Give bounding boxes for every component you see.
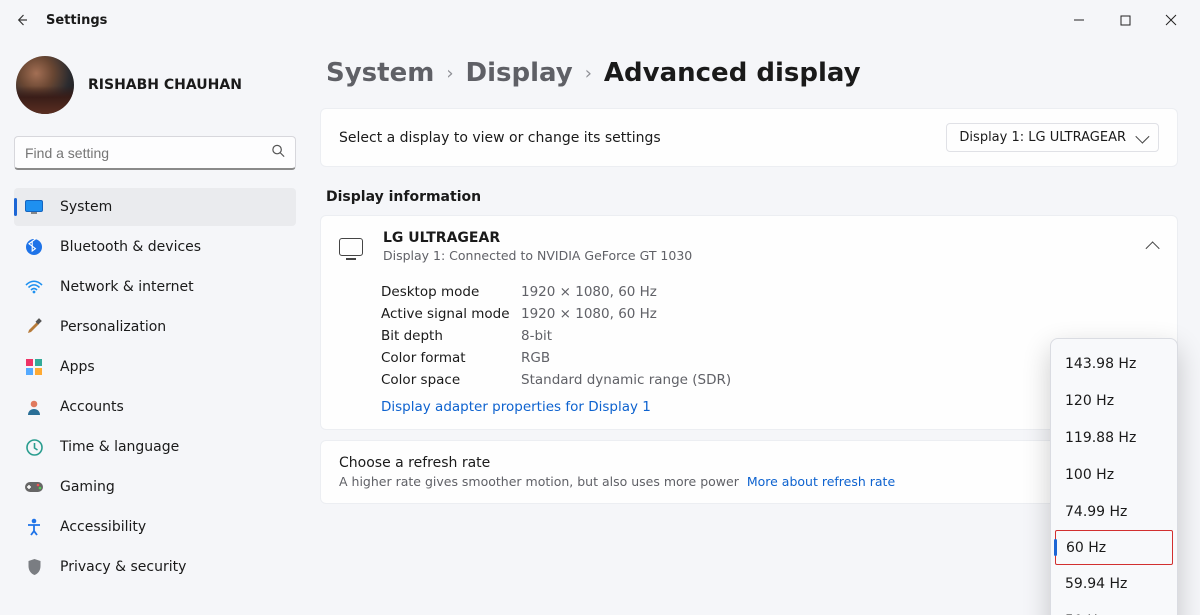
- shield-icon: [24, 557, 44, 577]
- person-icon: [24, 397, 44, 417]
- refresh-rate-dropdown: 143.98 Hz120 Hz119.88 Hz100 Hz74.99 Hz60…: [1050, 338, 1178, 615]
- breadcrumb: System › Display › Advanced display: [320, 58, 1178, 88]
- info-key: Desktop mode: [381, 284, 521, 300]
- gamepad-icon: [24, 477, 44, 497]
- refresh-rate-option[interactable]: 60 Hz: [1055, 530, 1173, 565]
- sidebar-item-label: Network & internet: [60, 279, 194, 295]
- minimize-button[interactable]: [1056, 4, 1102, 36]
- info-row: Desktop mode1920 × 1080, 60 Hz: [381, 281, 1159, 303]
- bluetooth-icon: [24, 237, 44, 257]
- refresh-rate-option[interactable]: 143.98 Hz: [1051, 345, 1177, 382]
- sidebar-item-label: System: [60, 199, 112, 215]
- avatar: [16, 56, 74, 114]
- refresh-rate-option[interactable]: 59.94 Hz: [1051, 565, 1177, 602]
- sidebar-item-bluetooth-devices[interactable]: Bluetooth & devices: [14, 228, 296, 266]
- section-title: Display information: [326, 189, 1178, 205]
- info-row: Bit depth8-bit: [381, 325, 1159, 347]
- sidebar-item-network-internet[interactable]: Network & internet: [14, 268, 296, 306]
- info-row: Active signal mode1920 × 1080, 60 Hz: [381, 303, 1159, 325]
- breadcrumb-current: Advanced display: [604, 58, 861, 88]
- info-row: Color formatRGB: [381, 347, 1159, 369]
- refresh-sub: A higher rate gives smoother motion, but…: [339, 474, 739, 489]
- maximize-icon: [1120, 15, 1131, 26]
- brush-icon: [24, 317, 44, 337]
- apps-icon: [24, 357, 44, 377]
- minimize-icon: [1073, 14, 1085, 26]
- refresh-rate-option[interactable]: 119.88 Hz: [1051, 419, 1177, 456]
- display-selector-card: Select a display to view or change its s…: [320, 108, 1178, 167]
- clock-icon: [24, 437, 44, 457]
- sidebar-item-label: Apps: [60, 359, 95, 375]
- maximize-button[interactable]: [1102, 4, 1148, 36]
- info-key: Active signal mode: [381, 306, 521, 322]
- info-value: 1920 × 1080, 60 Hz: [521, 284, 1159, 300]
- chevron-down-icon: [1135, 129, 1149, 143]
- sidebar-item-label: Privacy & security: [60, 559, 186, 575]
- sidebar-item-label: Bluetooth & devices: [60, 239, 201, 255]
- chevron-right-icon: ›: [585, 63, 592, 84]
- search-input[interactable]: [14, 136, 296, 170]
- user-block[interactable]: RISHABH CHAUHAN: [14, 50, 296, 130]
- refresh-link[interactable]: More about refresh rate: [747, 474, 895, 489]
- sidebar-item-accounts[interactable]: Accounts: [14, 388, 296, 426]
- refresh-rate-option[interactable]: 74.99 Hz: [1051, 493, 1177, 530]
- window-title: Settings: [46, 13, 107, 28]
- titlebar: Settings: [0, 0, 1200, 40]
- sidebar-item-label: Accounts: [60, 399, 124, 415]
- info-value: 1920 × 1080, 60 Hz: [521, 306, 1159, 322]
- chevron-up-icon: [1146, 241, 1160, 255]
- sidebar-item-time-language[interactable]: Time & language: [14, 428, 296, 466]
- nav-list: System Bluetooth & devices Network & inter…: [14, 188, 296, 586]
- sidebar-item-system[interactable]: System: [14, 188, 296, 226]
- refresh-title: Choose a refresh rate: [339, 455, 1159, 471]
- refresh-rate-option[interactable]: 50 Hz: [1051, 602, 1177, 615]
- close-icon: [1165, 14, 1177, 26]
- sidebar-item-gaming[interactable]: Gaming: [14, 468, 296, 506]
- sidebar-item-personalization[interactable]: Personalization: [14, 308, 296, 346]
- sidebar-item-label: Personalization: [60, 319, 166, 335]
- close-button[interactable]: [1148, 4, 1194, 36]
- search-icon: [271, 144, 286, 163]
- sidebar: RISHABH CHAUHAN System Bluetooth & device…: [0, 40, 310, 615]
- display-select-value: Display 1: LG ULTRAGEAR: [959, 130, 1126, 145]
- display-sub: Display 1: Connected to NVIDIA GeForce G…: [383, 248, 1129, 263]
- display-select[interactable]: Display 1: LG ULTRAGEAR: [946, 123, 1159, 152]
- info-key: Color space: [381, 372, 521, 388]
- arrow-left-icon: [14, 12, 30, 28]
- breadcrumb-l2[interactable]: Display: [466, 58, 573, 88]
- sidebar-item-accessibility[interactable]: Accessibility: [14, 508, 296, 546]
- chevron-right-icon: ›: [446, 63, 453, 84]
- breadcrumb-l1[interactable]: System: [326, 58, 434, 88]
- system-icon: [24, 197, 44, 217]
- sidebar-item-apps[interactable]: Apps: [14, 348, 296, 386]
- monitor-icon: [339, 238, 363, 256]
- sidebar-item-label: Accessibility: [60, 519, 146, 535]
- display-info-header[interactable]: LG ULTRAGEAR Display 1: Connected to NVI…: [321, 216, 1177, 277]
- info-key: Bit depth: [381, 328, 521, 344]
- refresh-rate-option[interactable]: 120 Hz: [1051, 382, 1177, 419]
- display-info-body: Desktop mode1920 × 1080, 60 HzActive sig…: [321, 277, 1177, 429]
- selector-prompt: Select a display to view or change its s…: [339, 130, 661, 146]
- sidebar-item-privacy-security[interactable]: Privacy & security: [14, 548, 296, 586]
- display-name: LG ULTRAGEAR: [383, 230, 1129, 246]
- info-row: Color spaceStandard dynamic range (SDR): [381, 369, 1159, 391]
- refresh-rate-option[interactable]: 100 Hz: [1051, 456, 1177, 493]
- search-container: [14, 136, 296, 170]
- back-button[interactable]: [6, 4, 38, 36]
- info-key: Color format: [381, 350, 521, 366]
- sidebar-item-label: Gaming: [60, 479, 115, 495]
- adapter-properties-link[interactable]: Display adapter properties for Display 1: [381, 391, 651, 415]
- sidebar-item-label: Time & language: [60, 439, 179, 455]
- wifi-icon: [24, 277, 44, 297]
- accessibility-icon: [24, 517, 44, 537]
- main: System › Display › Advanced display Sele…: [310, 40, 1200, 615]
- username: RISHABH CHAUHAN: [88, 77, 242, 93]
